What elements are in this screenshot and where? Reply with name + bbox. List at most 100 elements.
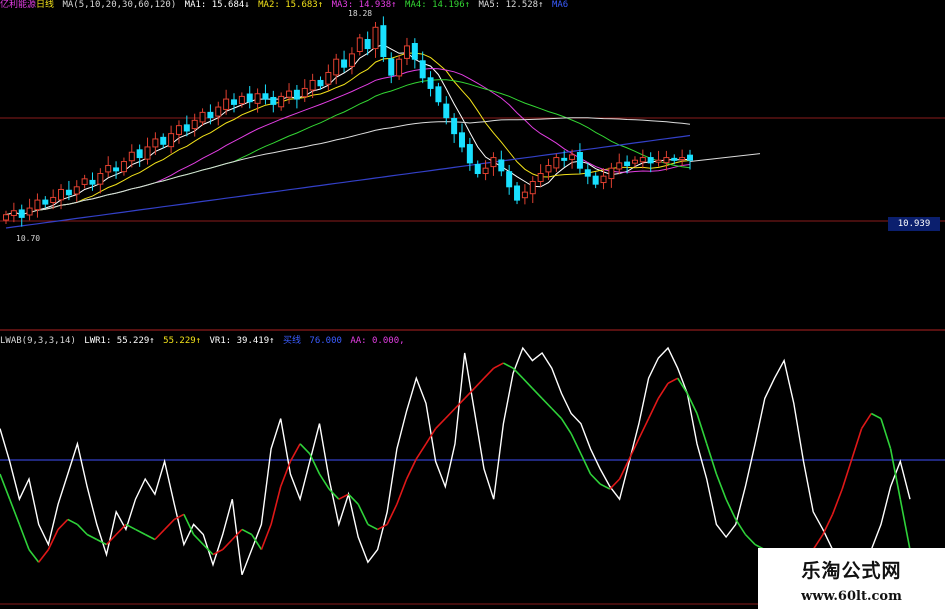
candle bbox=[199, 108, 206, 126]
ma2-value: MA2: 15.683↑ bbox=[258, 0, 324, 10]
candle bbox=[105, 156, 112, 178]
ma-line bbox=[5, 52, 691, 216]
vr1-segment bbox=[328, 488, 340, 500]
vr1-segment bbox=[115, 523, 127, 536]
vr1-segment bbox=[715, 473, 727, 500]
vr1-segment bbox=[851, 428, 863, 460]
ma-line bbox=[5, 44, 691, 216]
candle bbox=[278, 92, 285, 111]
vr1-segment bbox=[589, 473, 601, 485]
candle bbox=[498, 150, 505, 177]
vr1-segment bbox=[880, 418, 892, 450]
vr1-segment bbox=[744, 533, 756, 546]
candle bbox=[10, 202, 17, 223]
candle bbox=[655, 150, 662, 167]
vr1-segment bbox=[270, 486, 282, 525]
vr1-segment bbox=[202, 544, 214, 556]
vr1-segment bbox=[541, 397, 553, 410]
candle bbox=[113, 161, 120, 179]
candle bbox=[435, 82, 442, 106]
buy-line-value: 76.000 bbox=[309, 336, 342, 346]
candle bbox=[18, 204, 25, 227]
candle bbox=[521, 184, 528, 205]
candle bbox=[97, 168, 104, 194]
vr1-segment bbox=[870, 412, 882, 420]
candle bbox=[679, 149, 686, 167]
high-price-label: 18.28 bbox=[348, 9, 373, 18]
vr1-segment bbox=[705, 443, 718, 475]
candle bbox=[26, 198, 33, 221]
candle bbox=[396, 55, 403, 80]
vr1-segment bbox=[560, 418, 572, 435]
candle bbox=[152, 132, 159, 155]
vr1-segment bbox=[657, 382, 669, 399]
ma1-value: MA1: 15.684↓ bbox=[184, 0, 250, 10]
main-chart-header: 亿利能源日线 MA(5,10,20,30,60,120) MA1: 15.684… bbox=[0, 0, 571, 11]
vr1-segment bbox=[318, 473, 330, 490]
candle bbox=[490, 152, 497, 176]
vr1-segment bbox=[551, 407, 563, 420]
indicator-header: LWAB(9,3,3,14) LWR1: 55.229↑ 55.229↑ VR1… bbox=[0, 336, 408, 347]
candle bbox=[663, 150, 670, 171]
last-price-badge: 10.939 bbox=[888, 217, 940, 231]
vr1-segment bbox=[222, 538, 233, 551]
candle bbox=[215, 101, 222, 126]
watermark-url: www.60lt.com bbox=[801, 589, 902, 604]
vr1-segment bbox=[435, 418, 446, 430]
candle bbox=[443, 96, 450, 125]
vr1-segment bbox=[580, 453, 592, 475]
candle bbox=[388, 52, 395, 84]
aa-value: AA: 0.000, bbox=[350, 336, 405, 346]
vr1-segment bbox=[570, 433, 582, 455]
period-label[interactable]: 日线 bbox=[36, 0, 54, 10]
vr1-segment bbox=[473, 377, 485, 389]
candle bbox=[427, 71, 434, 97]
candle bbox=[246, 86, 253, 109]
lwr2-value: 55.229↑ bbox=[163, 336, 202, 346]
candle bbox=[592, 172, 599, 189]
candle bbox=[372, 21, 379, 58]
vr1-segment bbox=[860, 413, 872, 430]
candle bbox=[639, 149, 646, 169]
grid-lines bbox=[0, 117, 945, 605]
moving-average-lines bbox=[5, 44, 761, 229]
candle bbox=[584, 163, 591, 185]
vr1-segment bbox=[76, 523, 88, 536]
vr1-segment bbox=[0, 473, 11, 500]
vr1-segment bbox=[667, 377, 679, 385]
vr1-segment bbox=[396, 478, 408, 505]
stock-chart-canvas[interactable] bbox=[0, 0, 945, 609]
candle bbox=[341, 50, 348, 73]
candle bbox=[136, 144, 143, 167]
candle bbox=[325, 64, 332, 91]
candle bbox=[403, 37, 410, 66]
candle bbox=[120, 157, 127, 176]
stock-title[interactable]: 亿利能源 bbox=[0, 0, 36, 10]
ma-params: MA(5,10,20,30,60,120) bbox=[62, 0, 177, 10]
vr1-segment bbox=[241, 528, 253, 536]
vr1-segment bbox=[154, 528, 166, 541]
vr1-segment bbox=[28, 549, 40, 563]
candle bbox=[262, 84, 269, 105]
candle bbox=[529, 176, 536, 204]
candle bbox=[144, 137, 151, 165]
vr1-segment bbox=[444, 407, 456, 420]
watermark-text: 乐淘公式网 bbox=[801, 560, 902, 582]
candle bbox=[270, 90, 277, 113]
candle bbox=[419, 51, 426, 84]
vr1-segment bbox=[405, 458, 418, 480]
vr1-segment bbox=[279, 461, 292, 487]
vr1-segment bbox=[357, 503, 369, 525]
vr1-segment bbox=[531, 387, 543, 399]
candle bbox=[506, 165, 513, 195]
indicator-name[interactable]: LWAB(9,3,3,14) bbox=[0, 336, 76, 346]
candle bbox=[183, 115, 190, 137]
candle bbox=[286, 83, 293, 104]
candle bbox=[42, 196, 49, 209]
candle bbox=[3, 210, 9, 225]
vr1-segment bbox=[822, 513, 834, 535]
candle bbox=[73, 180, 80, 202]
vr1-value: VR1: 39.419↑ bbox=[209, 336, 275, 346]
candle bbox=[81, 174, 88, 189]
vr1-segment bbox=[899, 499, 911, 550]
